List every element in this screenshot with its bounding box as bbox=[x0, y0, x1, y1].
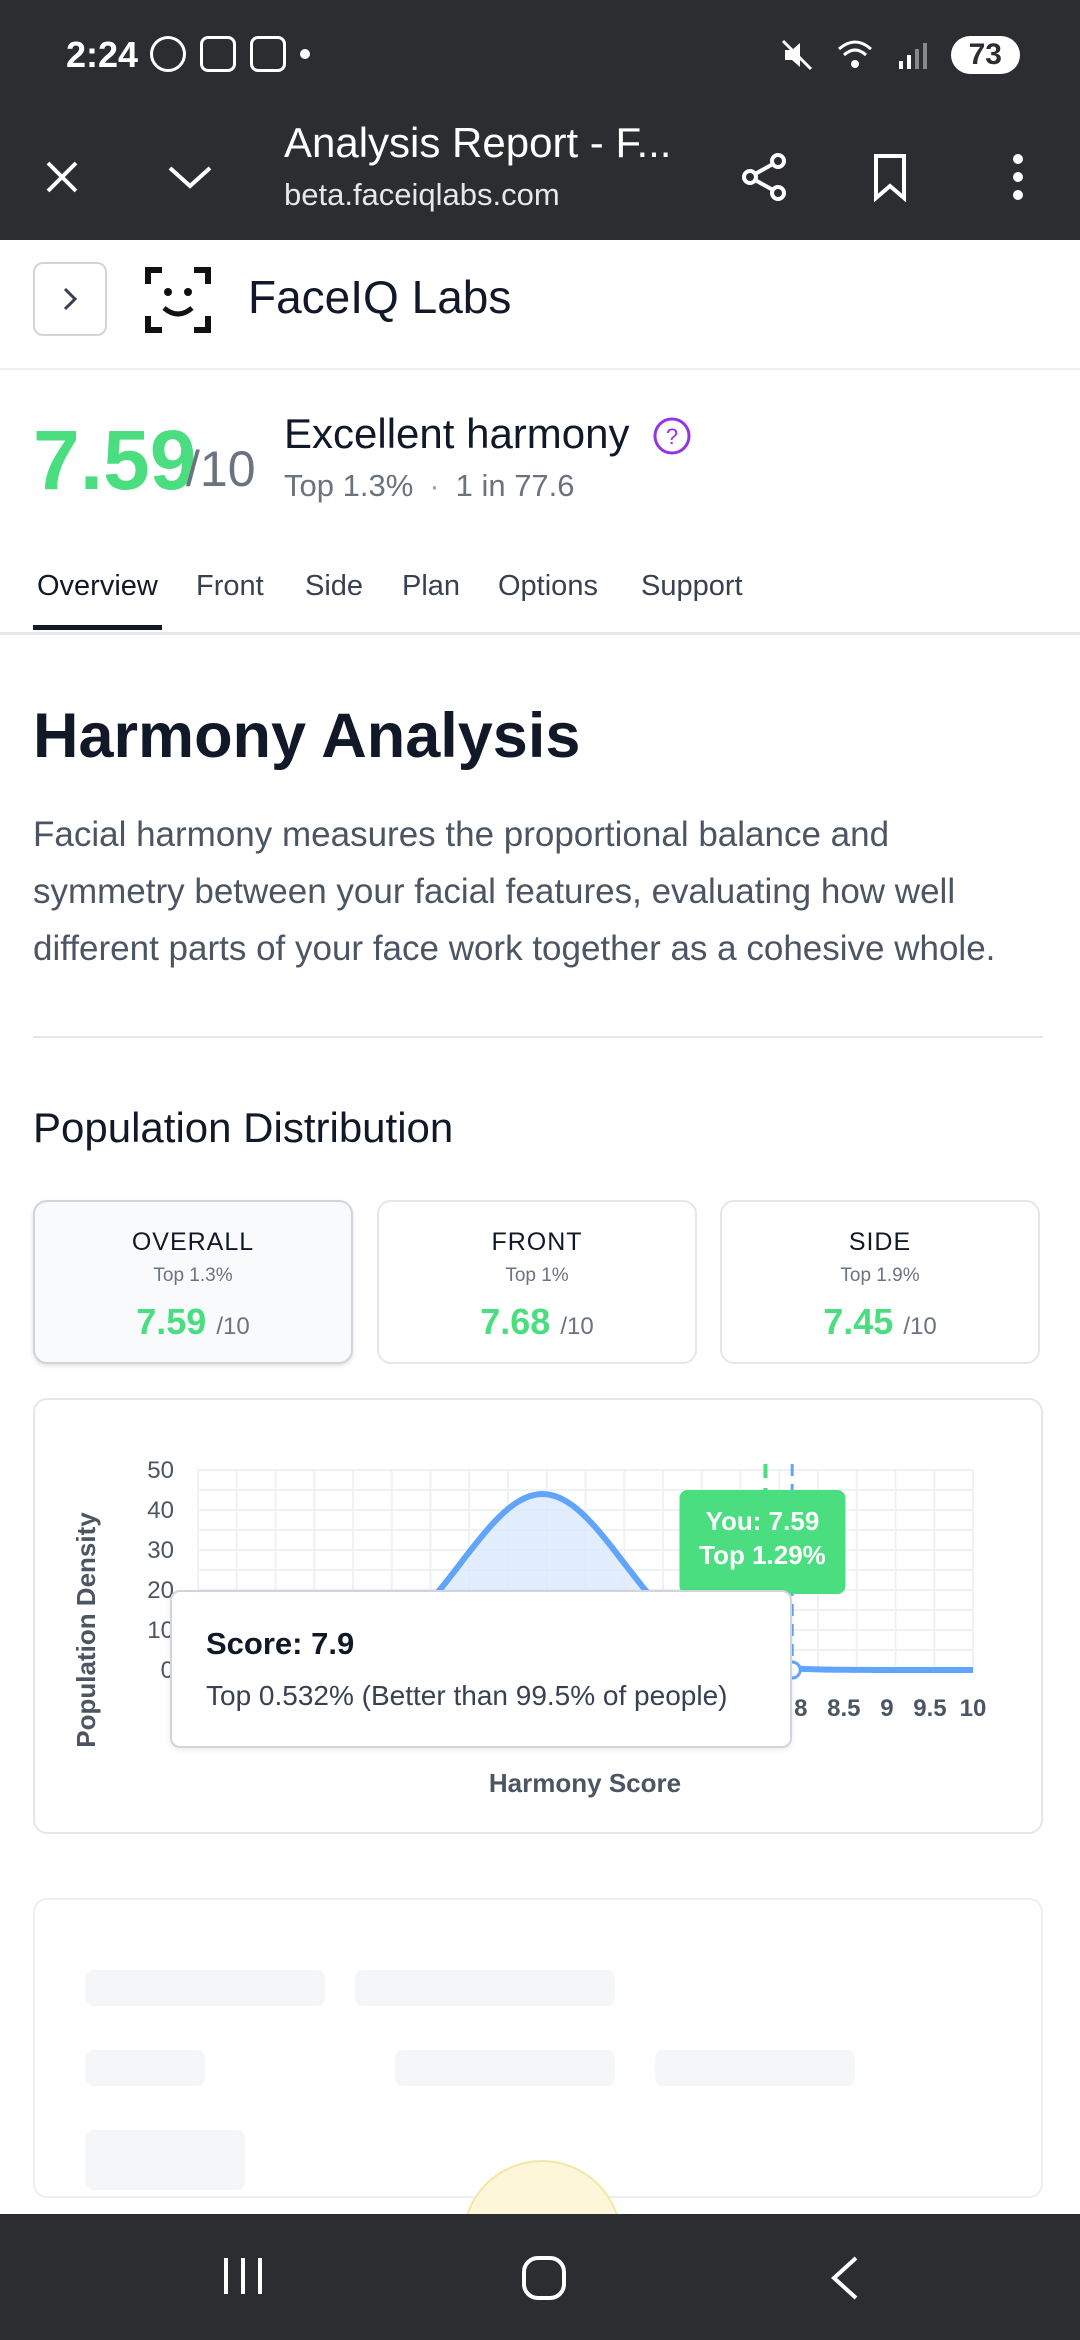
expand-sidebar-button[interactable] bbox=[33, 262, 107, 336]
chevron-right-icon bbox=[63, 287, 78, 311]
population-distribution-title: Population Distribution bbox=[33, 1104, 454, 1151]
x-tick-label: 9.5 bbox=[913, 1695, 946, 1722]
section-divider bbox=[33, 1036, 1043, 1038]
stats-separator: · bbox=[429, 468, 440, 503]
svg-text:?: ? bbox=[666, 424, 678, 449]
skeleton-line bbox=[85, 1970, 325, 2006]
home-icon[interactable] bbox=[520, 2254, 568, 2302]
section-description: Facial harmony measures the proportional… bbox=[33, 815, 996, 968]
summary-stats: Top 1.3% · 1 in 77.6 bbox=[284, 468, 575, 504]
card-front[interactable]: FRONT Top 1% 7.68 /10 bbox=[377, 1200, 697, 1364]
ratio: 1 in 77.6 bbox=[455, 468, 575, 503]
bag-icon bbox=[200, 36, 236, 72]
harmony-label: Excellent harmony bbox=[284, 410, 630, 457]
x-axis-label: Harmony Score bbox=[489, 1768, 681, 1798]
card-score: 7.68 bbox=[480, 1301, 551, 1342]
card-score: 7.59 bbox=[136, 1301, 207, 1342]
you-label-top: Top 1.29% bbox=[699, 1540, 826, 1570]
section-title: Harmony Analysis bbox=[33, 701, 581, 771]
y-tick-label: 50 bbox=[147, 1457, 174, 1484]
signal-icon bbox=[898, 43, 927, 69]
wifi-icon bbox=[837, 40, 872, 68]
card-score-line: 7.68 /10 bbox=[379, 1301, 695, 1343]
card-top: Top 1% bbox=[505, 1265, 569, 1286]
dot-icon bbox=[300, 49, 310, 59]
y-tick-label: 40 bbox=[147, 1497, 174, 1524]
card-title: FRONT bbox=[491, 1228, 583, 1256]
tooltip-body: Top 0.532% (Better than 99.5% of people) bbox=[206, 1680, 728, 1711]
card-overall[interactable]: OVERALL Top 1.3% 7.59 /10 bbox=[33, 1200, 353, 1364]
recent-apps-icon[interactable] bbox=[218, 2254, 268, 2298]
close-icon[interactable] bbox=[30, 145, 94, 209]
tab-plan[interactable]: Plan bbox=[402, 570, 460, 603]
brand-name[interactable]: FaceIQ Labs bbox=[248, 270, 511, 324]
back-icon[interactable] bbox=[826, 2254, 866, 2302]
browser-toolbar: Analysis Report - F... beta.faceiqlabs.c… bbox=[0, 115, 1080, 240]
you-label-score: You: 7.59 bbox=[706, 1506, 820, 1536]
overall-score: 7.59 bbox=[33, 413, 197, 507]
card-top: Top 1.9% bbox=[840, 1265, 920, 1286]
card-title: OVERALL bbox=[131, 1228, 255, 1256]
tab-support[interactable]: Support bbox=[641, 570, 743, 603]
more-vert-icon[interactable] bbox=[986, 145, 1050, 209]
card-score-line: 7.45 /10 bbox=[722, 1301, 1038, 1343]
active-tab-indicator bbox=[33, 625, 162, 630]
tab-side[interactable]: Side bbox=[305, 570, 363, 603]
tooltip-title: Score: 7.9 bbox=[206, 1626, 355, 1661]
status-time: 2:24 bbox=[66, 34, 139, 75]
status-icons-left bbox=[150, 36, 310, 72]
x-tick-label: 8 bbox=[794, 1695, 807, 1722]
system-nav-bar bbox=[0, 2214, 1080, 2340]
skeleton-line bbox=[85, 2050, 205, 2086]
x-tick-label: 9 bbox=[880, 1695, 893, 1722]
x-tick-label: 8.5 bbox=[827, 1695, 860, 1722]
chevron-down-icon[interactable] bbox=[158, 145, 222, 209]
skeleton-line bbox=[355, 1970, 615, 2006]
tab-overview[interactable]: Overview bbox=[37, 570, 158, 603]
skeleton-line bbox=[395, 2050, 615, 2086]
card-score-line: 7.59 /10 bbox=[35, 1301, 351, 1343]
x-tick-label: 10 bbox=[960, 1695, 987, 1722]
share-icon[interactable] bbox=[732, 145, 796, 209]
section-tabs: Overview Front Side Plan Options Support bbox=[0, 560, 1080, 635]
page-url[interactable]: beta.faceiqlabs.com bbox=[284, 177, 560, 213]
battery-icon: 73 bbox=[950, 36, 1020, 74]
loading-card bbox=[33, 1898, 1043, 2198]
y-tick-label: 30 bbox=[147, 1537, 174, 1564]
skeleton-line bbox=[655, 2050, 855, 2086]
page-title[interactable]: Analysis Report - F... bbox=[284, 119, 671, 167]
data-saver-icon bbox=[150, 36, 186, 72]
chart-tooltip: Score: 7.9 Top 0.532% (Better than 99.5%… bbox=[170, 1590, 792, 1748]
card-side[interactable]: SIDE Top 1.9% 7.45 /10 bbox=[720, 1200, 1040, 1364]
card-denom: /10 bbox=[560, 1313, 594, 1340]
mute-icon bbox=[781, 39, 812, 71]
tab-options[interactable]: Options bbox=[498, 570, 598, 603]
help-icon[interactable]: ? bbox=[652, 416, 692, 456]
face-logo-icon bbox=[145, 267, 211, 333]
card-top: Top 1.3% bbox=[153, 1265, 233, 1286]
tab-front[interactable]: Front bbox=[196, 570, 264, 603]
screenshot-icon bbox=[250, 36, 286, 72]
card-denom: /10 bbox=[903, 1313, 937, 1340]
card-denom: /10 bbox=[216, 1313, 250, 1340]
status-icons-right: 73 bbox=[779, 36, 1020, 74]
site-header: FaceIQ Labs bbox=[0, 240, 1080, 370]
skeleton-line bbox=[85, 2130, 245, 2190]
top-percent: Top 1.3% bbox=[284, 468, 414, 503]
y-axis-label: Population Density bbox=[71, 1512, 101, 1748]
status-bar: 2:24 73 bbox=[0, 0, 1080, 115]
card-title: SIDE bbox=[848, 1228, 912, 1256]
card-score: 7.45 bbox=[823, 1301, 894, 1342]
overall-score-denom: /10 bbox=[186, 441, 256, 497]
bookmark-icon[interactable] bbox=[858, 145, 922, 209]
